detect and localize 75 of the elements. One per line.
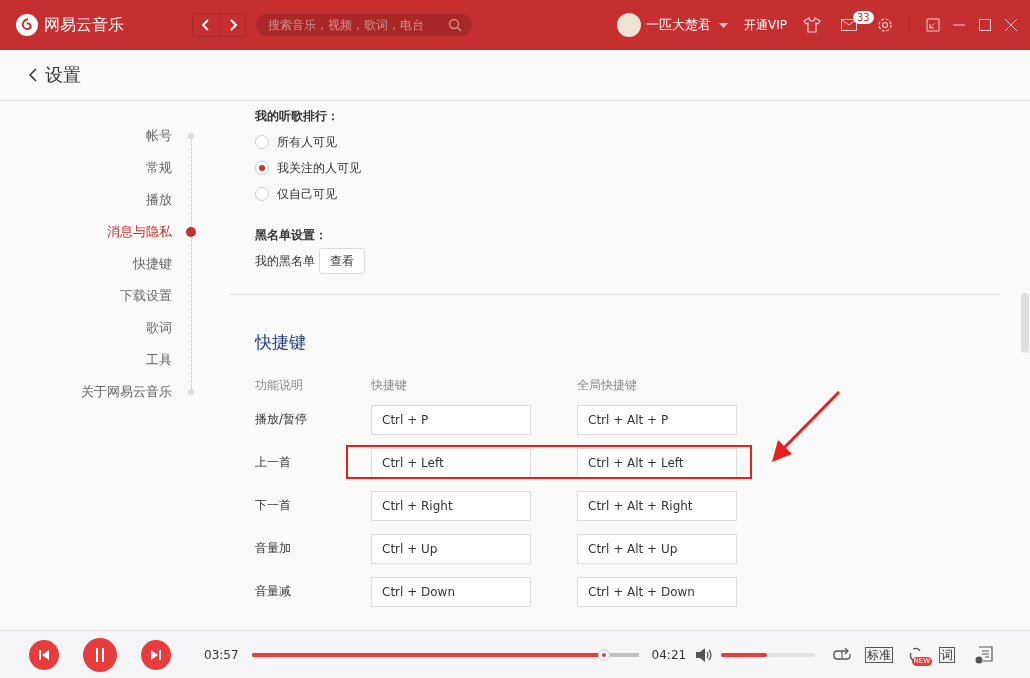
app-logo-icon [16,14,38,36]
radio-circle[interactable] [255,161,269,175]
maximize-icon[interactable] [978,18,992,32]
app-name: 网易云音乐 [44,14,124,36]
volume-bar[interactable] [721,653,816,657]
shortcut-action: 上一首 [255,454,292,471]
sidebar-item[interactable]: 歌词 [146,319,172,337]
global-shortcut-field[interactable]: Ctrl + Alt + Left [577,447,737,478]
shortcut-field[interactable]: Ctrl + Left [371,447,531,478]
nav-dot [188,389,194,395]
scrollbar-thumb[interactable] [1021,293,1029,353]
global-shortcut-field[interactable]: Ctrl + Alt + Down [577,576,737,607]
section-label: 我的听歌排行： [255,108,340,125]
pause-button[interactable] [83,638,117,672]
shortcut-action: 音量加 [255,540,292,557]
close-icon[interactable] [1004,18,1018,32]
chevron-right-icon[interactable] [228,19,237,31]
lyrics-button[interactable]: 词 [939,647,956,663]
dropdown-caret-icon[interactable] [719,22,728,28]
shortcut-field[interactable]: Ctrl + P [371,404,531,435]
radio-option[interactable]: 我关注的人可见 [255,155,361,181]
sidebar-item[interactable]: 快捷键 [133,255,172,273]
search-field[interactable]: 搜索音乐，视频，歌词，电台 [256,14,472,36]
sidebar-item[interactable]: 工具 [146,351,172,369]
radio-circle[interactable] [255,187,269,201]
radio-option[interactable]: 所有人可见 [255,129,337,155]
column-header: 全局快捷键 [577,377,638,394]
chevron-left-icon[interactable] [202,19,210,31]
volume-icon[interactable] [696,648,713,662]
elapsed-time: 03:57 [204,648,239,662]
mail-icon[interactable] [841,19,857,31]
sidebar-item[interactable]: 下载设置 [120,287,172,305]
page-title: 设置 [45,63,81,87]
progress-thumb[interactable] [597,649,610,661]
nav-dot [186,227,196,237]
message-count-badge: 33 [853,11,874,24]
mini-mode-icon[interactable] [926,18,940,32]
settings-icon[interactable] [877,17,893,33]
next-icon[interactable] [151,650,161,660]
quality-button[interactable]: 标准 [865,647,894,663]
previous-button[interactable] [29,640,59,670]
shortcut-action: 播放/暂停 [255,411,309,428]
sidebar-item[interactable]: 播放 [146,191,172,209]
shortcut-action: 下一首 [255,497,292,514]
tshirt-icon[interactable] [803,17,821,33]
shortcut-field[interactable]: Ctrl + Down [371,576,531,607]
radio-option[interactable]: 仅自己可见 [255,181,337,207]
total-time: 04:21 [651,648,687,662]
sidebar-item[interactable]: 常规 [146,159,172,177]
username[interactable]: 一匹大楚君 [646,16,711,34]
playlist-icon[interactable] [975,646,994,664]
column-header: 功能说明 [255,377,304,394]
shortcut-field[interactable]: Ctrl + Up [371,533,531,564]
shortcut-action: 音量减 [255,583,292,600]
previous-icon[interactable] [39,650,49,660]
sidebar-item[interactable]: 帐号 [146,127,172,145]
shortcut-field[interactable]: Ctrl + Right [371,490,531,521]
view-button[interactable]: 查看 [319,248,365,274]
section-label: 黑名单设置： [255,227,328,244]
vip-link[interactable]: 开通VIP [744,16,787,34]
sidebar-item[interactable]: 关于网易云音乐 [81,383,172,401]
global-shortcut-field[interactable]: Ctrl + Alt + Up [577,533,737,564]
avatar[interactable] [617,13,641,37]
pause-icon[interactable] [95,648,105,662]
column-header: 快捷键 [371,377,408,394]
global-shortcut-field[interactable]: Ctrl + Alt + P [577,404,737,435]
next-button[interactable] [141,640,171,670]
repeat-one-icon[interactable] [833,648,852,662]
section-title: 快捷键 [255,331,307,354]
nav-dot [188,133,194,139]
radio-circle[interactable] [255,135,269,149]
global-shortcut-field[interactable]: Ctrl + Alt + Right [577,490,737,521]
search-icon[interactable] [448,18,462,32]
blacklist-label: 我的黑名单 [255,252,315,270]
sidebar-item[interactable]: 消息与隐私 [107,223,172,241]
